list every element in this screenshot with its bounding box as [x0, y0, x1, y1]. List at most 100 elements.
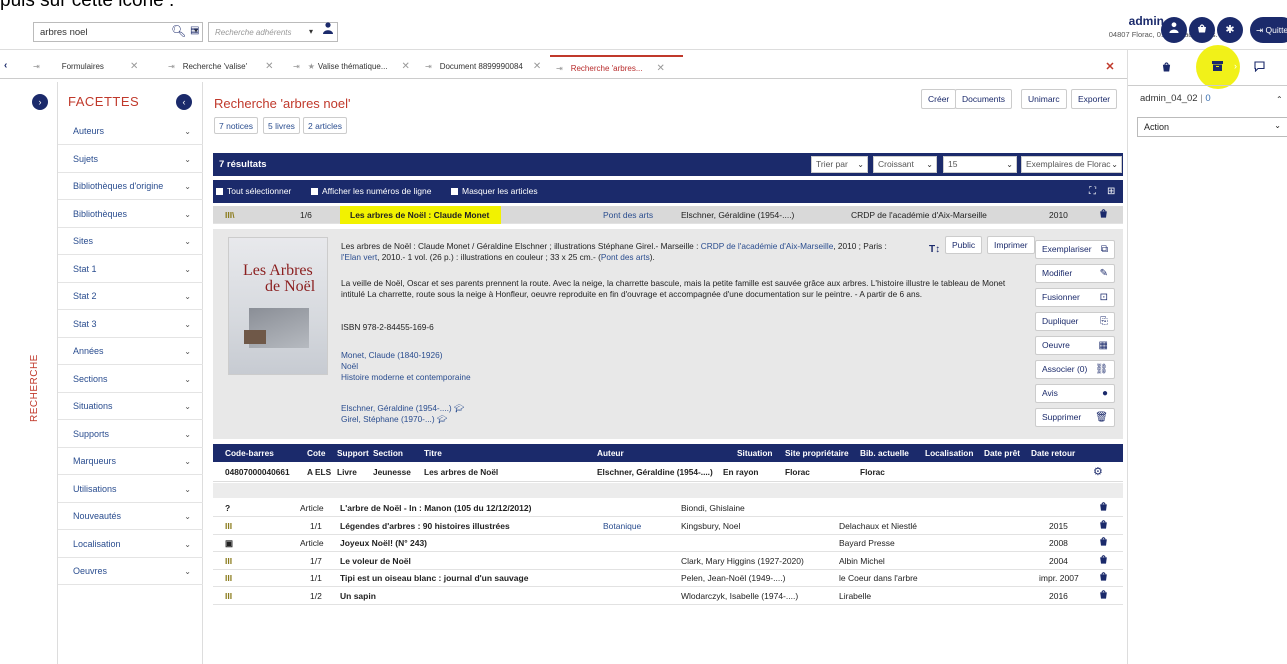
basket-icon[interactable]: [1099, 206, 1108, 224]
facet-item[interactable]: Stat 1 ⌄: [58, 256, 203, 283]
text-size-icon[interactable]: T↕: [929, 244, 940, 255]
chevron-left-icon[interactable]: ‹: [176, 94, 192, 110]
facet-item[interactable]: Bibliothèques d'origine ⌄: [58, 173, 203, 200]
pill-articles[interactable]: 2 articles: [303, 117, 348, 134]
result-row[interactable]: III 1/1 Tipi est un oiseau blanc : journal…: [213, 569, 1123, 587]
result-row[interactable]: III 1/7 Le voleur de Noël Clark, Mary Higgi…: [213, 552, 1123, 570]
basket-icon[interactable]: [1162, 61, 1171, 75]
facet-item[interactable]: Nouveautés ⌄: [58, 503, 203, 530]
gear-icon[interactable]: ✱: [1217, 17, 1243, 43]
print-button[interactable]: Imprimer: [987, 236, 1035, 254]
author-link[interactable]: Girel, Stéphane (1970-...): [341, 414, 435, 424]
pill-notices[interactable]: 7 notices: [214, 117, 259, 134]
tab-document[interactable]: ⇥ Document 8899990084 ✕: [425, 55, 541, 79]
chevron-right-icon[interactable]: ›: [1234, 61, 1237, 71]
result-collection[interactable]: Pont des arts: [603, 206, 653, 224]
tab-valise-thematique[interactable]: ⇥ ★ Valise thématique... ✕: [293, 55, 410, 79]
result-title[interactable]: Les arbres de Noël : Claude Monet: [340, 206, 502, 224]
pin-icon[interactable]: ⇥: [293, 62, 300, 71]
associate-button[interactable]: Associer (0) ⛓: [1035, 360, 1115, 379]
subject-link[interactable]: Histoire moderne et contemporaine: [341, 372, 471, 382]
duplicate-button[interactable]: Dupliquer ⎘: [1035, 312, 1115, 331]
subject-link[interactable]: Noël: [341, 361, 358, 371]
pin-icon[interactable]: ⇥: [33, 62, 40, 71]
comment-icon[interactable]: [1254, 61, 1265, 75]
basket-icon[interactable]: [1189, 17, 1215, 43]
copy-row[interactable]: 04807000040661 A ELS Livre Jeunesse Les …: [213, 462, 1123, 482]
facet-item[interactable]: Oeuvres ⌄: [58, 558, 203, 585]
tab-recherche-arbres[interactable]: ⇥ Recherche 'arbres... ✕: [550, 55, 683, 79]
show-line-numbers-checkbox[interactable]: Afficher les numéros de ligne: [311, 180, 431, 203]
basket-icon[interactable]: [1099, 499, 1108, 517]
result-title[interactable]: Le voleur de Noël: [340, 552, 411, 570]
result-row-selected[interactable]: III\ 1/6 Les arbres de Noël : Claude Mon…: [213, 206, 1123, 224]
expand-icon[interactable]: ⛶: [1089, 180, 1096, 203]
hide-articles-checkbox[interactable]: Masquer les articles: [451, 180, 538, 203]
facet-item[interactable]: Sujets ⌄: [58, 146, 203, 173]
chevron-up-icon[interactable]: ⌃: [1276, 95, 1283, 104]
checkbox-box[interactable]: [451, 188, 458, 196]
public-button[interactable]: Public: [945, 236, 983, 254]
close-icon[interactable]: ✕: [402, 61, 410, 72]
close-icon[interactable]: ✕: [130, 61, 138, 72]
documents-button[interactable]: Documents: [955, 89, 1012, 109]
close-icon[interactable]: ✕: [533, 61, 541, 72]
checkbox-box[interactable]: [216, 188, 223, 196]
page-size-select[interactable]: 15 ⌄: [943, 156, 1017, 173]
graduation-cap-icon[interactable]: 🎓︎: [437, 414, 448, 424]
pin-icon[interactable]: ⇥: [425, 62, 432, 71]
result-row[interactable]: III 1/1 Légendes d'arbres : 90 histoires i…: [213, 517, 1123, 535]
result-title[interactable]: Légendes d'arbres : 90 histoires illustr…: [340, 517, 510, 535]
basket-icon[interactable]: [1099, 552, 1108, 570]
collection-link[interactable]: Pont des arts: [601, 252, 650, 262]
create-button[interactable]: Créer: [921, 89, 957, 109]
result-title[interactable]: Un sapin: [340, 587, 376, 605]
basket-icon[interactable]: [1099, 569, 1108, 587]
graduation-cap-icon[interactable]: 🎓︎: [454, 403, 465, 413]
chevron-right-icon[interactable]: ›: [32, 94, 48, 110]
back-arrow-icon[interactable]: ‹: [4, 60, 7, 71]
facet-item[interactable]: Localisation ⌄: [58, 531, 203, 558]
unimarc-button[interactable]: Unimarc: [1021, 89, 1067, 109]
basket-icon[interactable]: [1099, 587, 1108, 605]
basket-icon[interactable]: [1099, 517, 1108, 535]
facet-item[interactable]: Marqueurs ⌄: [58, 448, 203, 475]
result-title[interactable]: Joyeux Noël! (N° 243): [340, 534, 427, 552]
facet-item[interactable]: Stat 3 ⌄: [58, 311, 203, 338]
recherche-vertical-label[interactable]: RECHERCHE: [29, 354, 40, 422]
exemplariser-button[interactable]: Exemplariser ⧉: [1035, 240, 1115, 259]
facet-item[interactable]: Bibliothèques ⌄: [58, 201, 203, 228]
result-collection[interactable]: Botanique: [603, 517, 641, 535]
profile-icon[interactable]: [1161, 17, 1187, 43]
checkbox-box[interactable]: [311, 188, 318, 196]
pin-icon[interactable]: ⇥: [556, 64, 563, 73]
select-all-checkbox[interactable]: Tout sélectionner: [216, 180, 291, 203]
close-icon[interactable]: ✕: [265, 61, 273, 72]
result-row[interactable]: III 1/2 Un sapin Wlodarczyk, Isabelle (1974…: [213, 587, 1123, 605]
search-icon[interactable]: 🔍︎: [171, 24, 186, 38]
result-row[interactable]: ? Article L'arbre de Noël - In : Manon (10…: [213, 499, 1123, 517]
result-title[interactable]: L'arbre de Noël - In : Manon (105 du 12/…: [340, 499, 531, 517]
facet-item[interactable]: Années ⌄: [58, 338, 203, 365]
close-icon[interactable]: ✕: [656, 63, 664, 74]
close-all-tabs-icon[interactable]: ✕: [1102, 59, 1118, 75]
facet-item[interactable]: Sections ⌄: [58, 366, 203, 393]
author-link[interactable]: Elschner, Géraldine (1954-....): [341, 403, 452, 413]
action-select[interactable]: Action ⌄: [1137, 117, 1287, 137]
export-button[interactable]: Exporter: [1071, 89, 1118, 109]
basket-icon[interactable]: [1099, 534, 1108, 552]
merge-button[interactable]: Fusionner ⊡: [1035, 288, 1115, 307]
facet-item[interactable]: Supports ⌄: [58, 421, 203, 448]
user-icon[interactable]: [318, 22, 338, 42]
oeuvre-button[interactable]: Oeuvre ▦: [1035, 336, 1115, 355]
adherent-dropdown-icon[interactable]: ▾: [309, 27, 313, 36]
facet-item[interactable]: Stat 2 ⌄: [58, 283, 203, 310]
pin-icon[interactable]: ⇥: [168, 62, 175, 71]
publisher-link[interactable]: l'Elan vert: [341, 252, 377, 262]
publisher-link[interactable]: CRDP de l'académie d'Aix-Marseille: [701, 241, 834, 251]
review-button[interactable]: Avis ●: [1035, 384, 1115, 403]
gear-icon[interactable]: ⚙: [1093, 462, 1103, 482]
result-row[interactable]: ▣ Article Joyeux Noël! (N° 243) Bayard Pres…: [213, 534, 1123, 552]
grid-icon[interactable]: ⊞: [1107, 180, 1115, 203]
tab-recherche-valise[interactable]: ⇥ Recherche 'valise' ✕: [168, 55, 274, 79]
